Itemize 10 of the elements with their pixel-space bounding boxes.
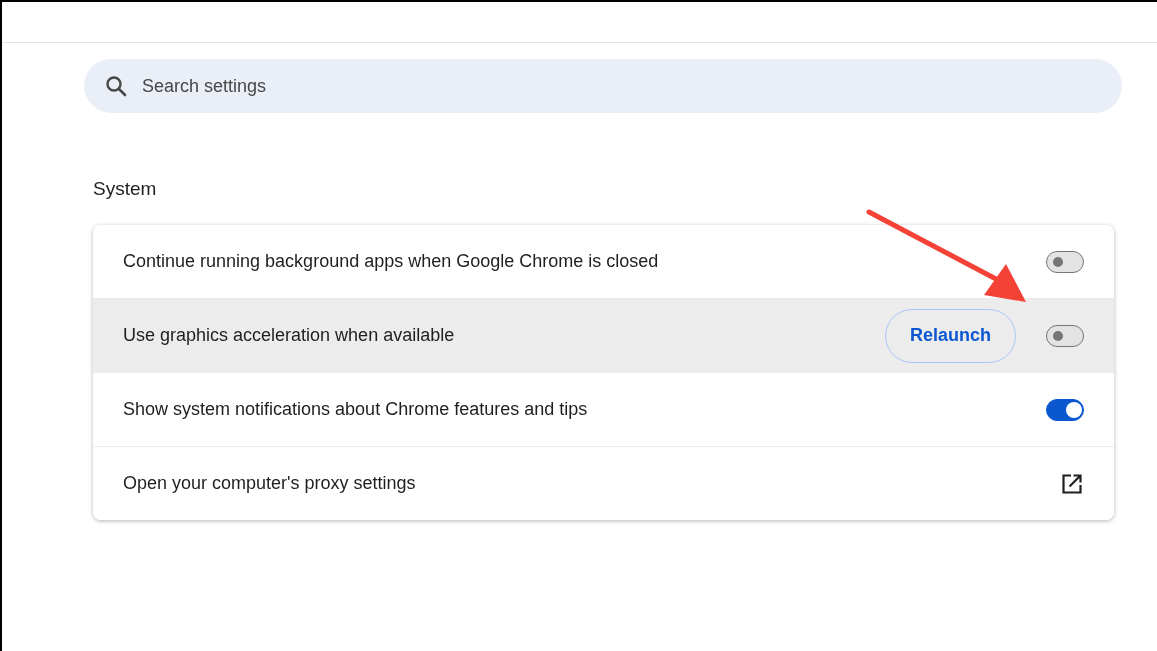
search-field[interactable]: Search settings: [84, 59, 1122, 113]
setting-label: Use graphics acceleration when available: [123, 325, 456, 346]
section-title: System: [93, 178, 158, 200]
setting-label: Continue running background apps when Google Chrome is closed: [123, 251, 660, 272]
setting-label: Open your computer's proxy settings: [123, 473, 417, 494]
external-link-icon[interactable]: [1060, 471, 1084, 496]
setting-label: Show system notifications about Chrome features and tips: [123, 399, 589, 420]
toggle-switch[interactable]: [1046, 324, 1084, 347]
toggle-switch[interactable]: [1046, 398, 1084, 421]
toggle-switch[interactable]: [1046, 250, 1084, 273]
